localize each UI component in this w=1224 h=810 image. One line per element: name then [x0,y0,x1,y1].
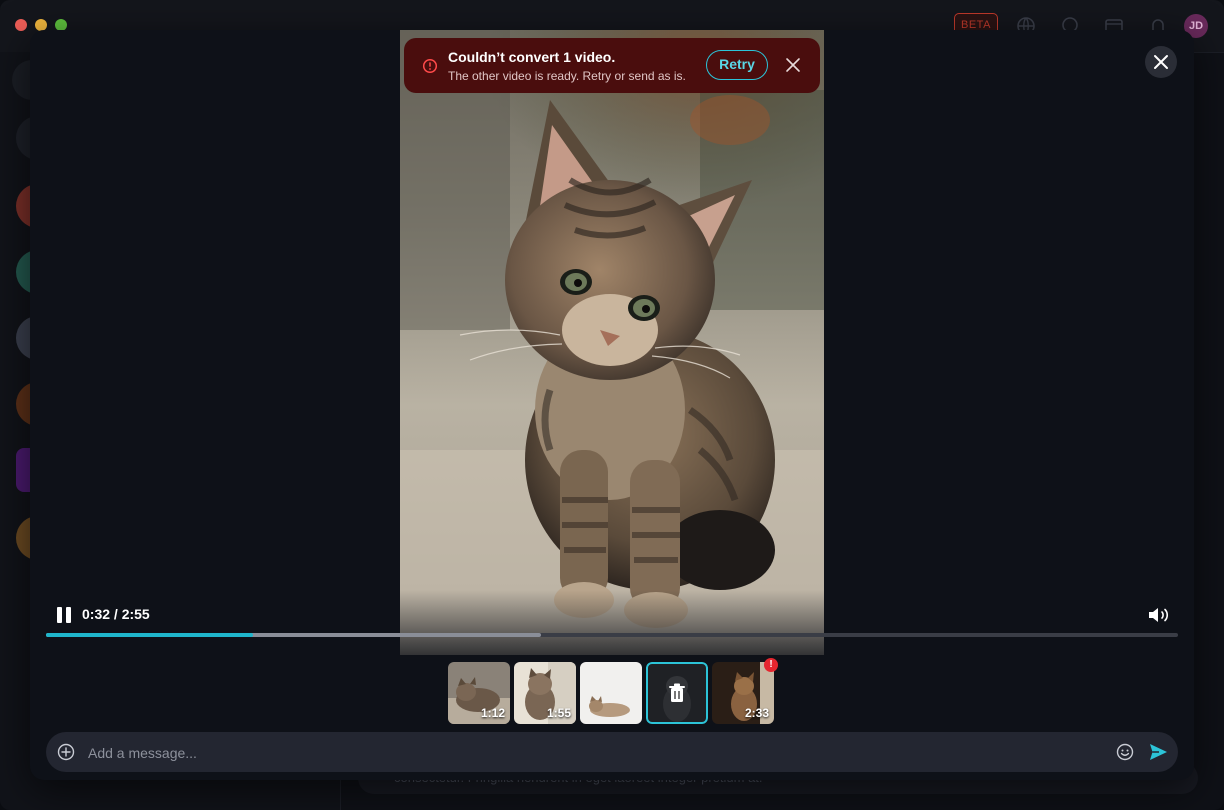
error-message: The other video is ready. Retry or send … [448,69,686,83]
thumbnail-image [580,662,642,724]
media-thumbnail[interactable]: 1:55 [514,662,576,724]
close-icon [1154,55,1168,69]
pause-icon[interactable] [54,606,74,624]
playback-time: 0:32 / 2:55 [82,606,150,622]
close-modal-button[interactable] [1145,46,1177,78]
video-progress-bar[interactable] [46,633,1178,637]
error-title: Couldn’t convert 1 video. [448,49,616,65]
message-composer [46,732,1178,774]
window-close-button[interactable] [15,19,27,31]
volume-icon[interactable] [1147,604,1171,626]
message-input[interactable] [86,732,1110,774]
thumbnail-duration: 2:33 [744,706,769,720]
media-thumbnail-selected[interactable] [646,662,708,724]
video-player[interactable] [400,30,824,655]
send-icon[interactable] [1148,742,1168,762]
retry-button[interactable]: Retry [706,50,768,80]
alert-circle-icon [422,58,438,74]
media-thumbnail[interactable]: 1:12 [448,662,510,724]
thumbnail-duration: 1:55 [546,706,571,720]
conversion-error-banner: Couldn’t convert 1 video. The other vide… [404,38,820,93]
video-frame-kitten [400,30,824,655]
media-preview-modal: Couldn’t convert 1 video. The other vide… [30,30,1194,780]
add-attachment-icon[interactable] [57,743,75,761]
media-thumbnail[interactable]: 2:33 [712,662,774,724]
dismiss-banner-icon[interactable] [784,56,802,74]
media-thumbnail[interactable] [580,662,642,724]
progress-played [46,633,254,637]
emoji-icon[interactable] [1116,743,1134,761]
thumbnail-duration: 1:12 [480,706,505,720]
thumbnail-selection-outline [646,662,708,724]
thumbnail-error-badge: ! [764,658,778,672]
